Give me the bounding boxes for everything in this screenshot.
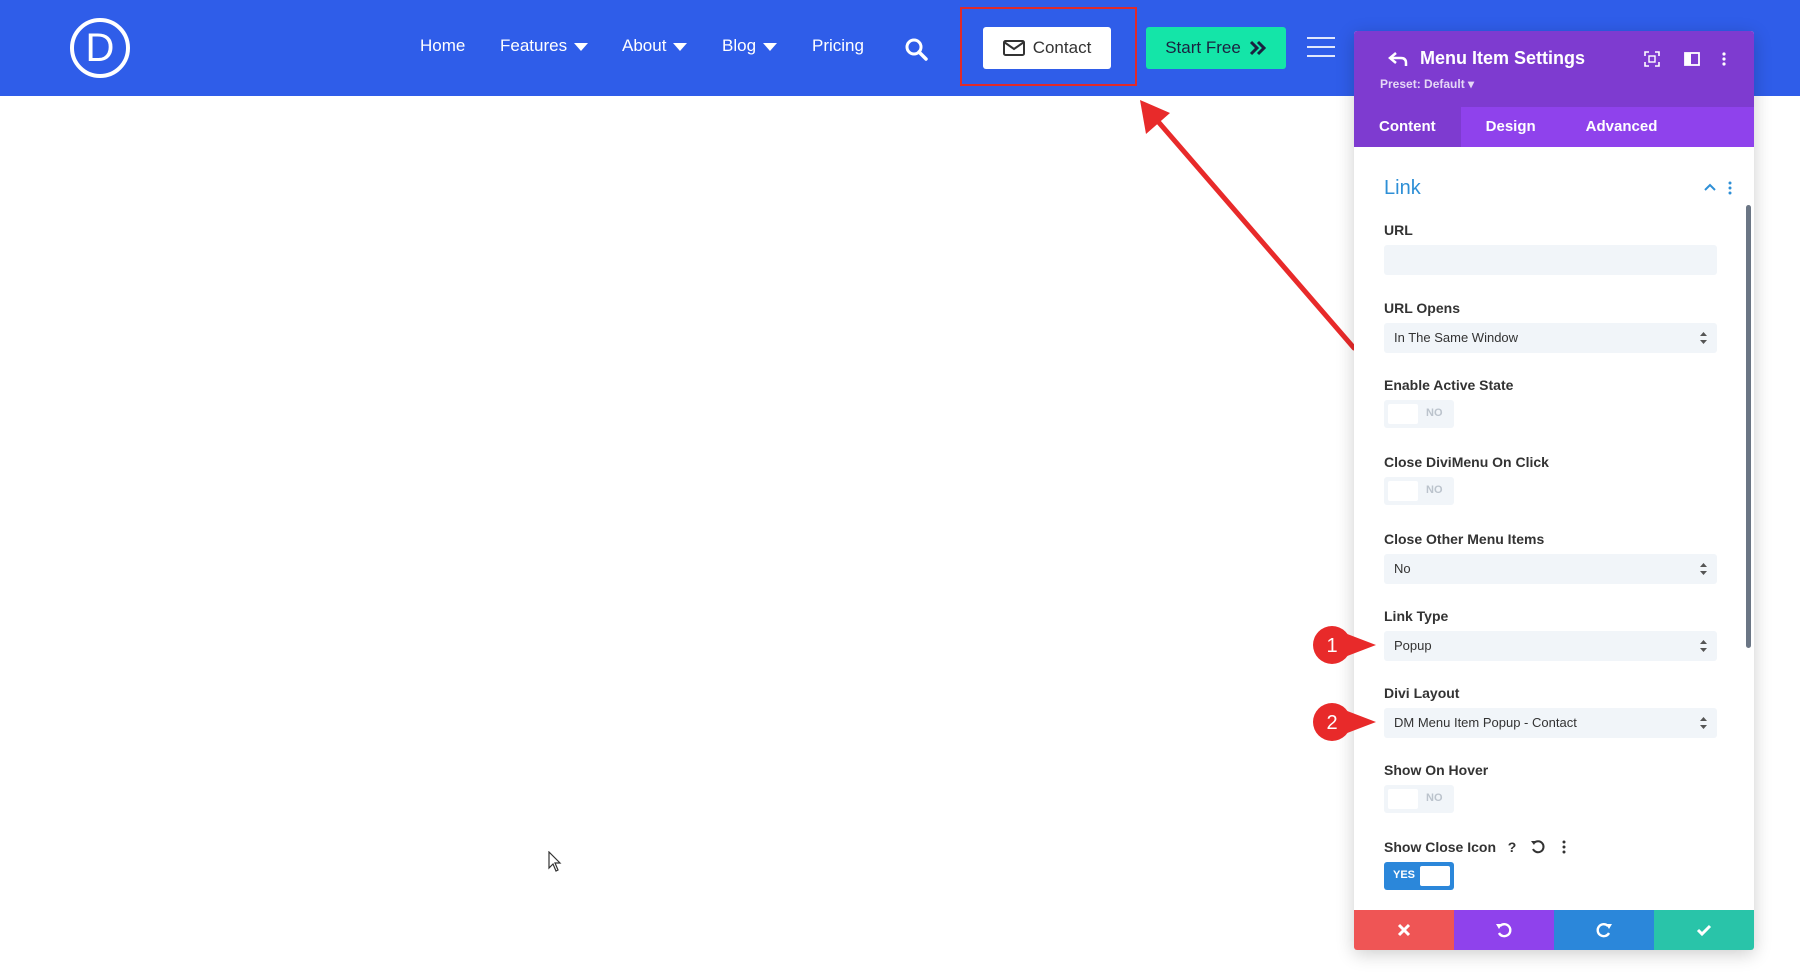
active-state-label: Enable Active State	[1384, 377, 1513, 393]
toggle-knob	[1388, 481, 1418, 501]
caret-down-icon	[574, 43, 588, 51]
close-other-value: No	[1394, 561, 1411, 576]
close-divimenu-label: Close DiviMenu On Click	[1384, 454, 1549, 470]
section-title-link[interactable]: Link	[1384, 177, 1421, 200]
caret-down-icon	[673, 43, 687, 51]
section-options-icon[interactable]	[1728, 181, 1732, 195]
back-arrow-icon[interactable]	[1388, 51, 1408, 67]
close-other-select[interactable]: No	[1384, 554, 1717, 584]
divi-layout-value: DM Menu Item Popup - Contact	[1394, 715, 1577, 730]
contact-highlight-box	[960, 7, 1137, 86]
select-arrows-icon	[1700, 332, 1707, 344]
panel-header: Menu Item Settings Preset: Default ▾	[1354, 31, 1754, 107]
url-input[interactable]	[1384, 245, 1717, 275]
help-icon[interactable]: ?	[1504, 839, 1520, 855]
panel-title: Menu Item Settings	[1420, 48, 1585, 69]
url-opens-value: In The Same Window	[1394, 330, 1518, 345]
split-view-icon[interactable]	[1684, 51, 1700, 67]
show-close-toggle[interactable]: YES	[1384, 862, 1454, 890]
close-other-label: Close Other Menu Items	[1384, 531, 1544, 547]
redo-button[interactable]	[1554, 910, 1654, 950]
chevron-up-icon[interactable]	[1704, 183, 1716, 191]
divi-layout-label: Divi Layout	[1384, 685, 1459, 701]
annotation-number-1: 1	[1326, 635, 1337, 657]
hamburger-menu-icon[interactable]	[1307, 37, 1335, 57]
page: D Home Features About Blog Pricing	[0, 0, 1800, 979]
start-free-label: Start Free	[1165, 38, 1241, 58]
toggle-state: YES	[1393, 869, 1415, 881]
search-icon[interactable]	[904, 37, 928, 61]
show-hover-label: Show On Hover	[1384, 762, 1488, 778]
toggle-state: NO	[1426, 484, 1443, 496]
nav-about-label: About	[622, 36, 666, 56]
select-arrows-icon	[1700, 563, 1707, 575]
annotation-number-2: 2	[1326, 712, 1337, 734]
show-hover-toggle[interactable]: NO	[1384, 785, 1454, 813]
toggle-state: NO	[1426, 792, 1443, 804]
close-divimenu-toggle[interactable]: NO	[1384, 477, 1454, 505]
panel-tabs: Content Design Advanced	[1354, 107, 1754, 147]
more-options-icon[interactable]	[1716, 51, 1732, 67]
annotation-marker-1: 1	[1312, 625, 1378, 665]
toggle-knob	[1388, 789, 1418, 809]
tab-content[interactable]: Content	[1354, 107, 1461, 147]
link-type-value: Popup	[1394, 638, 1432, 653]
mouse-cursor-icon	[548, 851, 562, 873]
nav-pricing[interactable]: Pricing	[812, 36, 864, 56]
url-opens-select[interactable]: In The Same Window	[1384, 323, 1717, 353]
panel-scrollbar[interactable]	[1746, 205, 1751, 648]
select-arrows-icon	[1700, 717, 1707, 729]
toggle-knob	[1420, 866, 1450, 886]
select-arrows-icon	[1700, 640, 1707, 652]
menu-item-settings-panel: Menu Item Settings Preset: Default ▾ Con…	[1354, 31, 1754, 950]
tab-design[interactable]: Design	[1461, 107, 1561, 147]
url-opens-label: URL Opens	[1384, 300, 1460, 316]
show-close-label: Show Close Icon	[1384, 839, 1496, 855]
panel-footer	[1354, 910, 1754, 950]
nav-blog[interactable]: Blog	[722, 36, 777, 56]
active-state-toggle[interactable]: NO	[1384, 400, 1454, 428]
fullscreen-icon[interactable]	[1644, 51, 1660, 67]
nav-features-label: Features	[500, 36, 567, 56]
undo-button[interactable]	[1454, 910, 1554, 950]
nav-features[interactable]: Features	[500, 36, 588, 56]
double-chevron-right-icon	[1249, 40, 1267, 56]
svg-text:?: ?	[1508, 839, 1517, 855]
reset-icon[interactable]	[1530, 839, 1546, 855]
nav-home[interactable]: Home	[420, 36, 465, 56]
link-type-select[interactable]: Popup	[1384, 631, 1717, 661]
nav-home-label: Home	[420, 36, 465, 56]
divi-layout-select[interactable]: DM Menu Item Popup - Contact	[1384, 708, 1717, 738]
save-button[interactable]	[1654, 910, 1754, 950]
annotation-marker-2: 2	[1312, 702, 1378, 742]
check-icon	[1696, 923, 1712, 937]
url-label: URL	[1384, 222, 1413, 238]
nav-about[interactable]: About	[622, 36, 687, 56]
redo-icon	[1595, 921, 1613, 939]
panel-body: Link URL URL Opens In The Same Window En…	[1354, 147, 1754, 870]
field-options-icon[interactable]	[1556, 839, 1572, 855]
preset-dropdown[interactable]: Preset: Default ▾	[1380, 77, 1474, 91]
toggle-knob	[1388, 404, 1418, 424]
caret-down-icon	[763, 43, 777, 51]
nav-blog-label: Blog	[722, 36, 756, 56]
tab-advanced[interactable]: Advanced	[1561, 107, 1683, 147]
undo-icon	[1495, 921, 1513, 939]
nav-pricing-label: Pricing	[812, 36, 864, 56]
site-logo[interactable]: D	[70, 18, 130, 78]
close-icon	[1397, 923, 1411, 937]
link-type-label: Link Type	[1384, 608, 1448, 624]
toggle-state: NO	[1426, 407, 1443, 419]
cancel-button[interactable]	[1354, 910, 1454, 950]
start-free-button[interactable]: Start Free	[1146, 27, 1286, 69]
